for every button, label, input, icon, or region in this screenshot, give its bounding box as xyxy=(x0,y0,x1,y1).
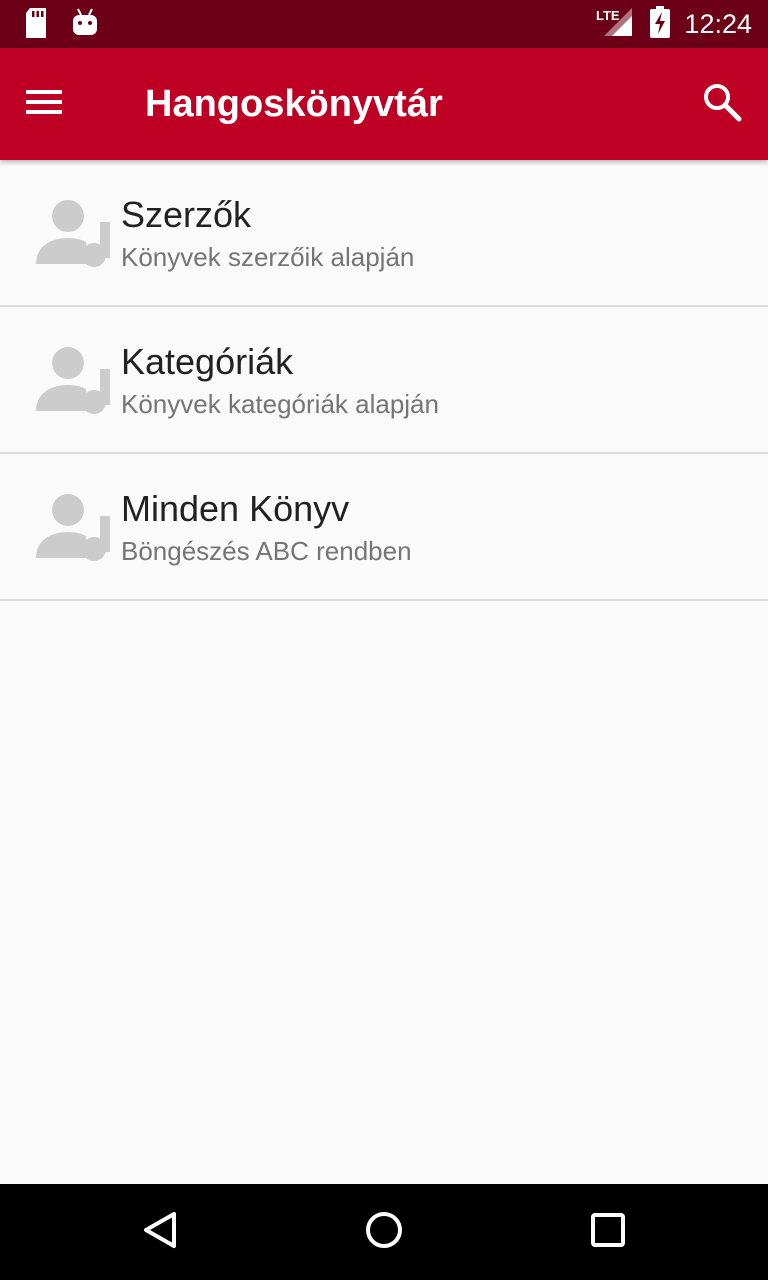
lte-label: LTE xyxy=(596,8,620,23)
hamburger-menu-icon xyxy=(24,87,64,122)
battery-charging-icon xyxy=(650,5,671,43)
home-button[interactable] xyxy=(356,1204,412,1260)
search-icon xyxy=(702,82,742,127)
list-item-subtitle: Könyvek szerzőik alapján xyxy=(121,242,415,272)
person-music-icon xyxy=(34,198,114,268)
app-bar: Hangoskönyvtár xyxy=(0,48,768,160)
recents-button[interactable] xyxy=(580,1204,636,1260)
list-item-subtitle: Könyvek kategóriák alapján xyxy=(121,389,439,419)
list-item-minden-konyv[interactable]: Minden Könyv Böngészés ABC rendben xyxy=(0,454,768,601)
home-icon xyxy=(364,1210,404,1255)
app-title: Hangoskönyvtár xyxy=(145,83,443,125)
list-item-title: Minden Könyv xyxy=(121,488,350,529)
navigation-bar xyxy=(0,1184,768,1280)
sd-card-icon xyxy=(24,8,48,43)
status-time: 12:24 xyxy=(684,8,752,39)
recents-icon xyxy=(588,1210,628,1255)
status-bar: LTE 12:24 xyxy=(0,0,768,48)
screen: LTE 12:24 Hangoskönyvtár Szerzők Könyvek… xyxy=(0,0,768,1280)
back-icon xyxy=(140,1210,180,1255)
list-item-title: Kategóriák xyxy=(121,341,294,382)
menu-button[interactable] xyxy=(24,76,88,132)
back-button[interactable] xyxy=(132,1204,188,1260)
category-list: Szerzők Könyvek szerzőik alapján Kategór… xyxy=(0,160,768,601)
list-item-title: Szerzők xyxy=(121,194,252,235)
list-item-szerzok[interactable]: Szerzők Könyvek szerzőik alapján xyxy=(0,160,768,307)
person-music-icon xyxy=(34,492,114,562)
lte-signal-icon: LTE xyxy=(596,6,636,43)
search-button[interactable] xyxy=(698,80,746,128)
android-icon xyxy=(72,8,98,43)
list-item-subtitle: Böngészés ABC rendben xyxy=(121,536,412,566)
list-item-kategoriak[interactable]: Kategóriák Könyvek kategóriák alapján xyxy=(0,307,768,454)
person-music-icon xyxy=(34,345,114,415)
